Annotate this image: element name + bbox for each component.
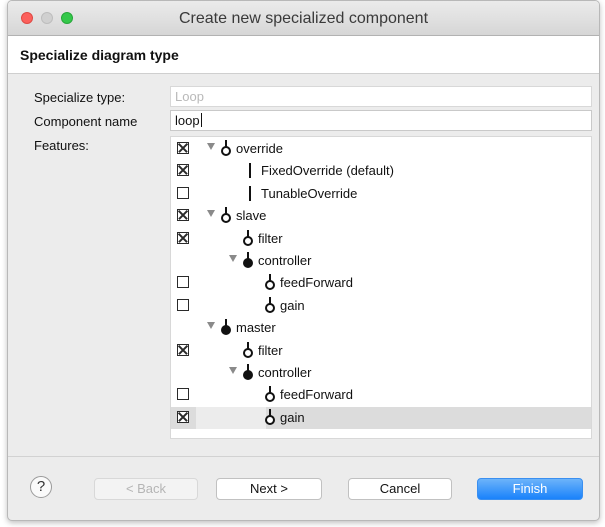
text-cursor xyxy=(200,113,202,127)
open-port-icon xyxy=(265,296,275,315)
expand-arrow-icon[interactable] xyxy=(207,322,215,330)
feature-label: feedForward xyxy=(280,275,353,291)
open-port-icon xyxy=(243,341,253,360)
feature-label: FixedOverride (default) xyxy=(261,163,394,179)
next-button[interactable]: Next > xyxy=(216,478,322,500)
feature-label: filter xyxy=(258,230,283,246)
finish-button[interactable]: Finish xyxy=(477,478,583,500)
feature-label: feedForward xyxy=(280,387,353,403)
open-port-icon xyxy=(265,386,275,404)
feature-checkbox[interactable] xyxy=(177,276,189,289)
feature-checkbox[interactable] xyxy=(177,231,189,244)
expand-arrow-icon[interactable] xyxy=(207,210,215,218)
feature-label: override xyxy=(236,141,283,156)
feature-row[interactable]: feedForward xyxy=(171,272,591,294)
back-button[interactable]: < Back xyxy=(94,478,198,500)
feature-label: TunableOverride xyxy=(261,185,358,201)
cancel-button[interactable]: Cancel xyxy=(348,478,452,500)
feature-label: slave xyxy=(236,208,267,224)
feature-row[interactable]: TunableOverride xyxy=(171,183,591,205)
title-bar[interactable]: Create new specialized component xyxy=(8,1,599,36)
filled-port-icon xyxy=(243,252,253,270)
expand-arrow-icon[interactable] xyxy=(229,367,237,374)
feature-label: master xyxy=(236,320,276,336)
footer-divider xyxy=(8,456,599,457)
dialog-window: Create new specialized component Special… xyxy=(7,0,600,521)
expand-arrow-icon[interactable] xyxy=(229,255,237,262)
feature-checkbox[interactable] xyxy=(177,410,189,423)
component-name-input[interactable]: loop xyxy=(170,110,592,131)
feature-checkbox[interactable] xyxy=(177,209,189,222)
page-header: Specialize diagram type xyxy=(8,36,599,74)
feature-label: gain xyxy=(280,297,305,313)
open-port-icon xyxy=(265,408,275,427)
screenshot-frame: Create new specialized component Special… xyxy=(0,0,605,527)
page-title: Specialize diagram type xyxy=(20,47,179,63)
feature-row[interactable]: controller xyxy=(171,250,591,272)
specialize-type-field: Loop xyxy=(170,86,592,107)
window-title: Create new specialized component xyxy=(178,10,429,27)
feature-label: filter xyxy=(258,342,283,358)
feature-row[interactable]: override xyxy=(171,138,591,160)
feature-row[interactable]: feedForward xyxy=(171,384,591,406)
feature-row[interactable]: slave xyxy=(171,205,591,227)
feature-row[interactable]: FixedOverride (default) xyxy=(171,160,591,182)
feature-checkbox[interactable] xyxy=(177,164,189,177)
feature-row[interactable]: gain xyxy=(171,295,591,317)
feature-row[interactable]: filter xyxy=(171,228,591,250)
component-name-value: loop xyxy=(175,113,200,128)
feature-row[interactable]: master xyxy=(171,317,591,339)
feature-checkbox[interactable] xyxy=(177,298,189,311)
feature-label: controller xyxy=(258,365,312,380)
feature-checkbox[interactable] xyxy=(177,142,189,154)
open-port-icon xyxy=(221,140,231,158)
component-name-label: Component name xyxy=(34,114,138,129)
feature-row[interactable]: gain xyxy=(171,406,591,429)
filled-port-icon xyxy=(221,319,231,337)
feature-row[interactable]: filter xyxy=(171,340,591,362)
open-port-icon xyxy=(243,229,253,248)
open-port-icon xyxy=(221,207,231,225)
open-port-icon xyxy=(265,274,275,292)
feature-label: controller xyxy=(258,253,312,268)
bar-icon xyxy=(249,163,251,179)
feature-checkbox[interactable] xyxy=(177,343,189,356)
selection-gap xyxy=(196,406,266,429)
specialize-type-label: Specialize type: xyxy=(34,90,126,105)
features-label: Features: xyxy=(34,138,89,153)
bar-icon xyxy=(249,185,251,201)
feature-checkbox[interactable] xyxy=(177,388,189,401)
feature-label: gain xyxy=(280,409,305,425)
feature-row[interactable]: controller xyxy=(171,362,591,384)
features-tree[interactable]: override FixedOverride (default) TunableOv… xyxy=(170,136,592,439)
expand-arrow-icon[interactable] xyxy=(207,143,215,150)
help-icon[interactable]: ? xyxy=(30,476,52,498)
filled-port-icon xyxy=(243,364,253,382)
feature-checkbox[interactable] xyxy=(177,186,189,199)
